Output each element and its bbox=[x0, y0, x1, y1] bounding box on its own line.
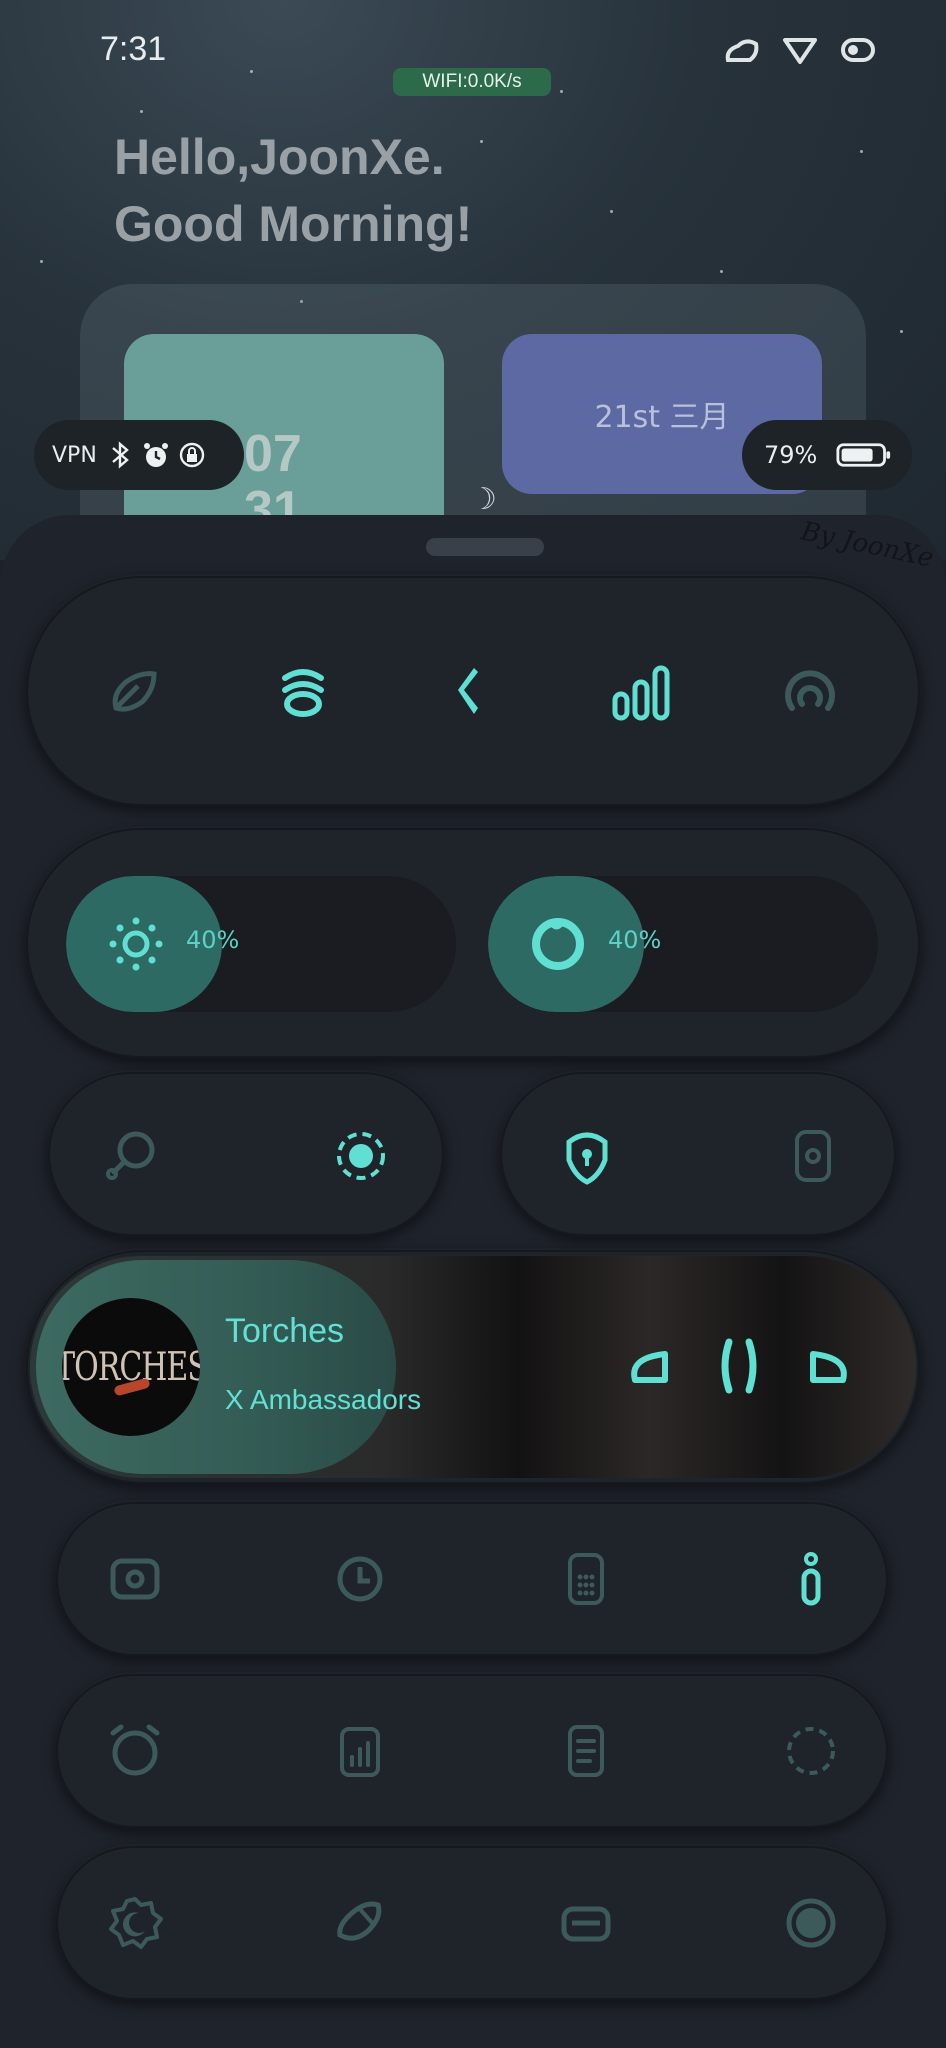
brightness-slider[interactable]: 40% bbox=[66, 876, 456, 1012]
loading-toggle[interactable] bbox=[776, 1716, 846, 1786]
note-toggle[interactable] bbox=[551, 1716, 621, 1786]
alarm-clock-toggle[interactable] bbox=[100, 1716, 170, 1786]
pill-icon bbox=[337, 1901, 382, 1941]
record-toggle[interactable] bbox=[776, 1888, 846, 1958]
auto-rotate-icon bbox=[337, 1132, 385, 1180]
sheet-drag-handle[interactable] bbox=[426, 538, 544, 556]
clock-toggle[interactable] bbox=[325, 1544, 395, 1614]
greeting-time: Good Morning! bbox=[114, 196, 473, 252]
vpn-label: VPN bbox=[52, 442, 97, 468]
flashlight-toggle[interactable] bbox=[97, 1121, 167, 1191]
shield-lock-toggle[interactable] bbox=[552, 1121, 622, 1191]
sun-icon bbox=[109, 917, 163, 971]
dark-mode-toggle[interactable] bbox=[100, 1888, 170, 1958]
cloud-icon bbox=[725, 39, 759, 62]
info-icon bbox=[801, 1552, 821, 1606]
screenshot-toggle[interactable] bbox=[100, 1544, 170, 1614]
dark-mode-icon bbox=[109, 1897, 163, 1949]
airplane-icon bbox=[112, 671, 157, 712]
brightness-value: 40% bbox=[186, 926, 240, 954]
calculator-icon bbox=[568, 1553, 604, 1605]
status-time: 7:31 bbox=[100, 30, 167, 68]
track-artist: X Ambassadors bbox=[225, 1384, 422, 1415]
airplane-toggle[interactable] bbox=[99, 657, 169, 727]
network-speed-badge: WIFI:0.0K/s bbox=[393, 68, 551, 96]
clock-hour: 07 bbox=[244, 425, 302, 483]
previous-icon bbox=[631, 1351, 668, 1383]
wifi-icon bbox=[282, 669, 324, 717]
bluetooth-icon bbox=[112, 441, 129, 469]
moon-icon: ☽ bbox=[470, 482, 497, 517]
card-icon bbox=[561, 1906, 611, 1942]
battery-percent: 79% bbox=[764, 441, 818, 469]
next-icon bbox=[810, 1351, 847, 1383]
status-icons bbox=[724, 34, 876, 66]
mobile-data-toggle[interactable] bbox=[606, 657, 676, 727]
mobile-data-icon bbox=[612, 665, 670, 721]
screenshot-icon bbox=[110, 1558, 160, 1600]
greeting-name: Hello,JoonXe. bbox=[114, 129, 445, 185]
screen-record-icon bbox=[795, 1130, 831, 1182]
shield-lock-icon bbox=[566, 1132, 608, 1185]
bluetooth-toggle[interactable] bbox=[437, 657, 507, 727]
rotation-lock-icon bbox=[179, 442, 204, 468]
bluetooth-icon bbox=[458, 668, 478, 714]
toggle-row-3 bbox=[56, 1846, 888, 2000]
calculator-toggle[interactable] bbox=[551, 1544, 621, 1614]
previous-button[interactable] bbox=[614, 1331, 684, 1401]
next-button[interactable] bbox=[794, 1331, 864, 1401]
volume-value: 40% bbox=[608, 926, 662, 954]
status-chip-left: VPN bbox=[34, 420, 244, 490]
album-art: TORCHES bbox=[62, 1298, 200, 1436]
clock-icon bbox=[337, 1556, 383, 1602]
flashlight-icon bbox=[106, 1131, 155, 1180]
note-icon bbox=[568, 1725, 604, 1777]
volume-slider[interactable]: 40% bbox=[488, 876, 878, 1012]
hotspot-toggle[interactable] bbox=[775, 657, 845, 727]
wifi-signal-icon bbox=[783, 38, 817, 64]
record-icon bbox=[786, 1898, 836, 1948]
toggle-icon bbox=[841, 38, 875, 62]
pause-icon bbox=[721, 1338, 757, 1394]
alarm-clock-icon bbox=[110, 1724, 160, 1776]
stats-toggle[interactable] bbox=[325, 1716, 395, 1786]
volume-icon bbox=[532, 918, 584, 970]
pill-toggle[interactable] bbox=[325, 1888, 395, 1958]
info-toggle[interactable] bbox=[776, 1544, 846, 1614]
battery-icon bbox=[836, 443, 891, 467]
status-chip-right: 79% bbox=[742, 420, 912, 490]
stats-icon bbox=[340, 1727, 380, 1777]
screen-record-toggle[interactable] bbox=[778, 1121, 848, 1191]
date-label: 21st 三月 bbox=[594, 400, 730, 435]
alarm-icon bbox=[143, 443, 168, 467]
auto-rotate-toggle[interactable] bbox=[326, 1121, 396, 1191]
hotspot-icon bbox=[785, 670, 835, 711]
track-title: Torches bbox=[225, 1312, 345, 1350]
toggle-row-1 bbox=[56, 1502, 888, 1656]
pause-button[interactable] bbox=[704, 1331, 774, 1401]
loading-icon bbox=[787, 1727, 835, 1775]
card-toggle[interactable] bbox=[551, 1888, 621, 1958]
toggle-row-2 bbox=[56, 1674, 888, 1828]
wifi-toggle[interactable] bbox=[268, 657, 338, 727]
